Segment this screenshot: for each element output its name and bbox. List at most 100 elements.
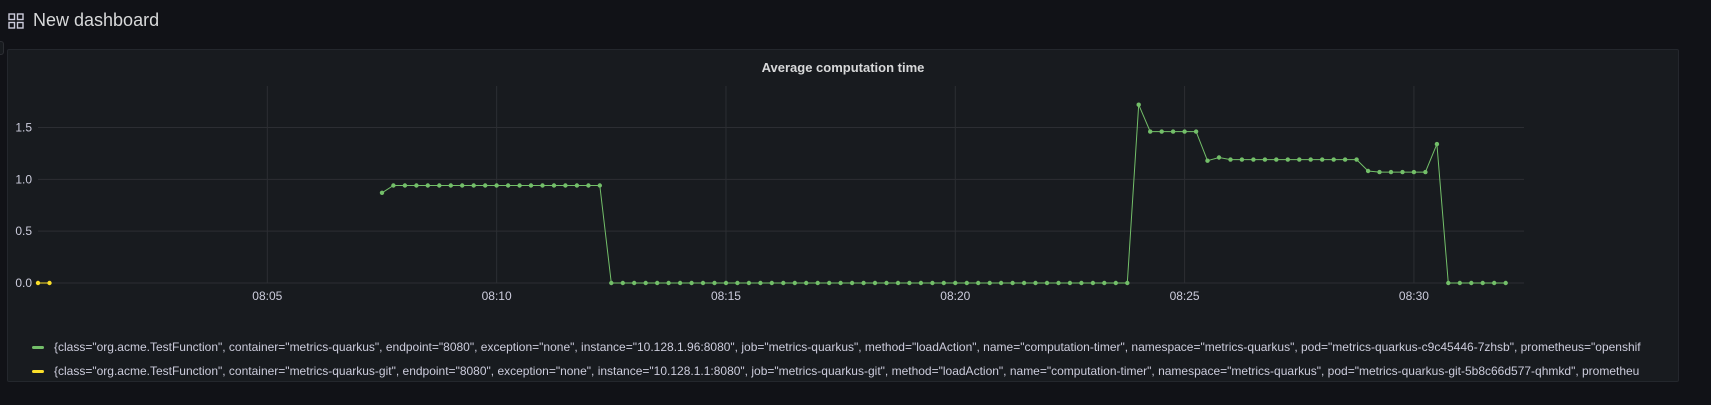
data-point xyxy=(1205,158,1210,163)
data-point xyxy=(414,183,419,188)
data-point xyxy=(1125,280,1130,286)
data-point xyxy=(941,280,946,286)
data-point xyxy=(1388,169,1394,175)
data-point xyxy=(1434,141,1440,147)
data-point xyxy=(1492,280,1497,286)
data-point xyxy=(1469,280,1474,286)
data-point xyxy=(1170,129,1176,134)
x-tick-label: 08:10 xyxy=(482,289,512,303)
data-point xyxy=(666,280,671,286)
data-point xyxy=(735,280,740,286)
dashboard-title[interactable]: New dashboard xyxy=(33,10,159,31)
data-point xyxy=(1228,157,1233,162)
dashboard-header: New dashboard xyxy=(0,0,1711,42)
data-point xyxy=(574,183,580,188)
legend-color-swatch xyxy=(32,369,44,373)
data-point xyxy=(655,280,660,286)
series-line-1 xyxy=(381,104,1506,284)
chart-legend: {class="org.acme.TestFunction", containe… xyxy=(32,335,1678,383)
data-point xyxy=(402,183,408,188)
data-point xyxy=(1411,169,1417,175)
data-point xyxy=(1308,157,1313,162)
chart-panel: Average computation time 0.0 0.5 1.0 1.5 08:… xyxy=(7,49,1679,382)
data-point xyxy=(998,280,1004,286)
data-point xyxy=(884,280,889,286)
data-point xyxy=(930,280,935,286)
data-point xyxy=(1159,129,1164,134)
data-point xyxy=(609,280,614,286)
data-point xyxy=(746,280,752,286)
x-tick-label: 08:15 xyxy=(711,289,741,303)
data-point xyxy=(1342,157,1348,162)
data-point xyxy=(1056,280,1061,286)
data-point xyxy=(437,183,442,188)
data-point xyxy=(849,280,855,286)
data-point xyxy=(976,280,981,286)
data-point xyxy=(643,280,648,286)
data-point xyxy=(953,280,958,286)
data-point xyxy=(815,280,820,286)
data-point xyxy=(838,280,843,286)
data-point xyxy=(379,190,385,195)
data-point xyxy=(505,183,511,188)
x-tick-label: 08:05 xyxy=(252,289,282,303)
data-point xyxy=(494,183,499,188)
data-point xyxy=(1297,157,1302,162)
legend-item[interactable]: {class="org.acme.TestFunction", containe… xyxy=(32,359,1678,383)
data-point xyxy=(471,183,476,188)
y-tick-label: 1.5 xyxy=(15,120,32,134)
data-point xyxy=(563,183,568,188)
x-tick-label: 08:30 xyxy=(1399,289,1429,303)
data-point xyxy=(1320,157,1325,162)
data-point xyxy=(769,280,774,286)
data-point xyxy=(781,280,786,286)
data-point xyxy=(1400,169,1405,175)
data-point xyxy=(1446,280,1451,286)
data-point xyxy=(528,183,534,188)
data-point xyxy=(987,280,992,286)
data-point xyxy=(1021,280,1027,286)
data-point xyxy=(1274,157,1279,162)
data-point xyxy=(1251,157,1256,162)
sidebar-toggle-handle[interactable] xyxy=(0,41,4,55)
data-point xyxy=(872,280,878,286)
data-point xyxy=(517,183,522,188)
data-point xyxy=(1102,280,1107,286)
dashboard-grid-icon xyxy=(8,13,24,29)
data-point xyxy=(712,280,717,286)
data-point xyxy=(1079,280,1084,286)
data-point xyxy=(1423,169,1428,175)
data-point xyxy=(723,280,729,286)
data-point xyxy=(1113,280,1119,286)
data-point xyxy=(1067,280,1073,286)
data-point xyxy=(391,183,396,188)
legend-label: {class="org.acme.TestFunction", containe… xyxy=(54,340,1641,354)
data-point xyxy=(827,280,832,286)
data-point xyxy=(448,183,453,188)
legend-label: {class="org.acme.TestFunction", containe… xyxy=(54,364,1640,378)
data-point xyxy=(758,280,763,286)
data-point xyxy=(47,280,52,286)
data-point xyxy=(1136,102,1141,107)
time-series-chart: 0.0 0.5 1.0 1.5 08:05 08:10 08:15 08:20 08:25 08:… xyxy=(15,86,1524,303)
data-point xyxy=(1285,157,1291,162)
legend-color-swatch xyxy=(32,345,44,349)
data-point xyxy=(1503,280,1508,286)
data-point xyxy=(460,183,465,188)
data-point xyxy=(586,183,591,188)
data-point xyxy=(861,280,866,286)
data-point xyxy=(792,280,797,286)
data-point xyxy=(620,280,625,286)
data-point xyxy=(1377,169,1382,175)
data-point xyxy=(1033,280,1038,286)
data-point xyxy=(35,280,41,286)
data-point xyxy=(907,280,912,286)
data-point xyxy=(1010,280,1015,286)
legend-item[interactable]: {class="org.acme.TestFunction", containe… xyxy=(32,335,1678,359)
data-point xyxy=(1090,280,1096,286)
x-tick-label: 08:20 xyxy=(940,289,970,303)
data-point xyxy=(632,280,637,286)
data-point xyxy=(1480,280,1485,286)
data-point xyxy=(1331,157,1336,162)
data-point xyxy=(1354,157,1359,162)
